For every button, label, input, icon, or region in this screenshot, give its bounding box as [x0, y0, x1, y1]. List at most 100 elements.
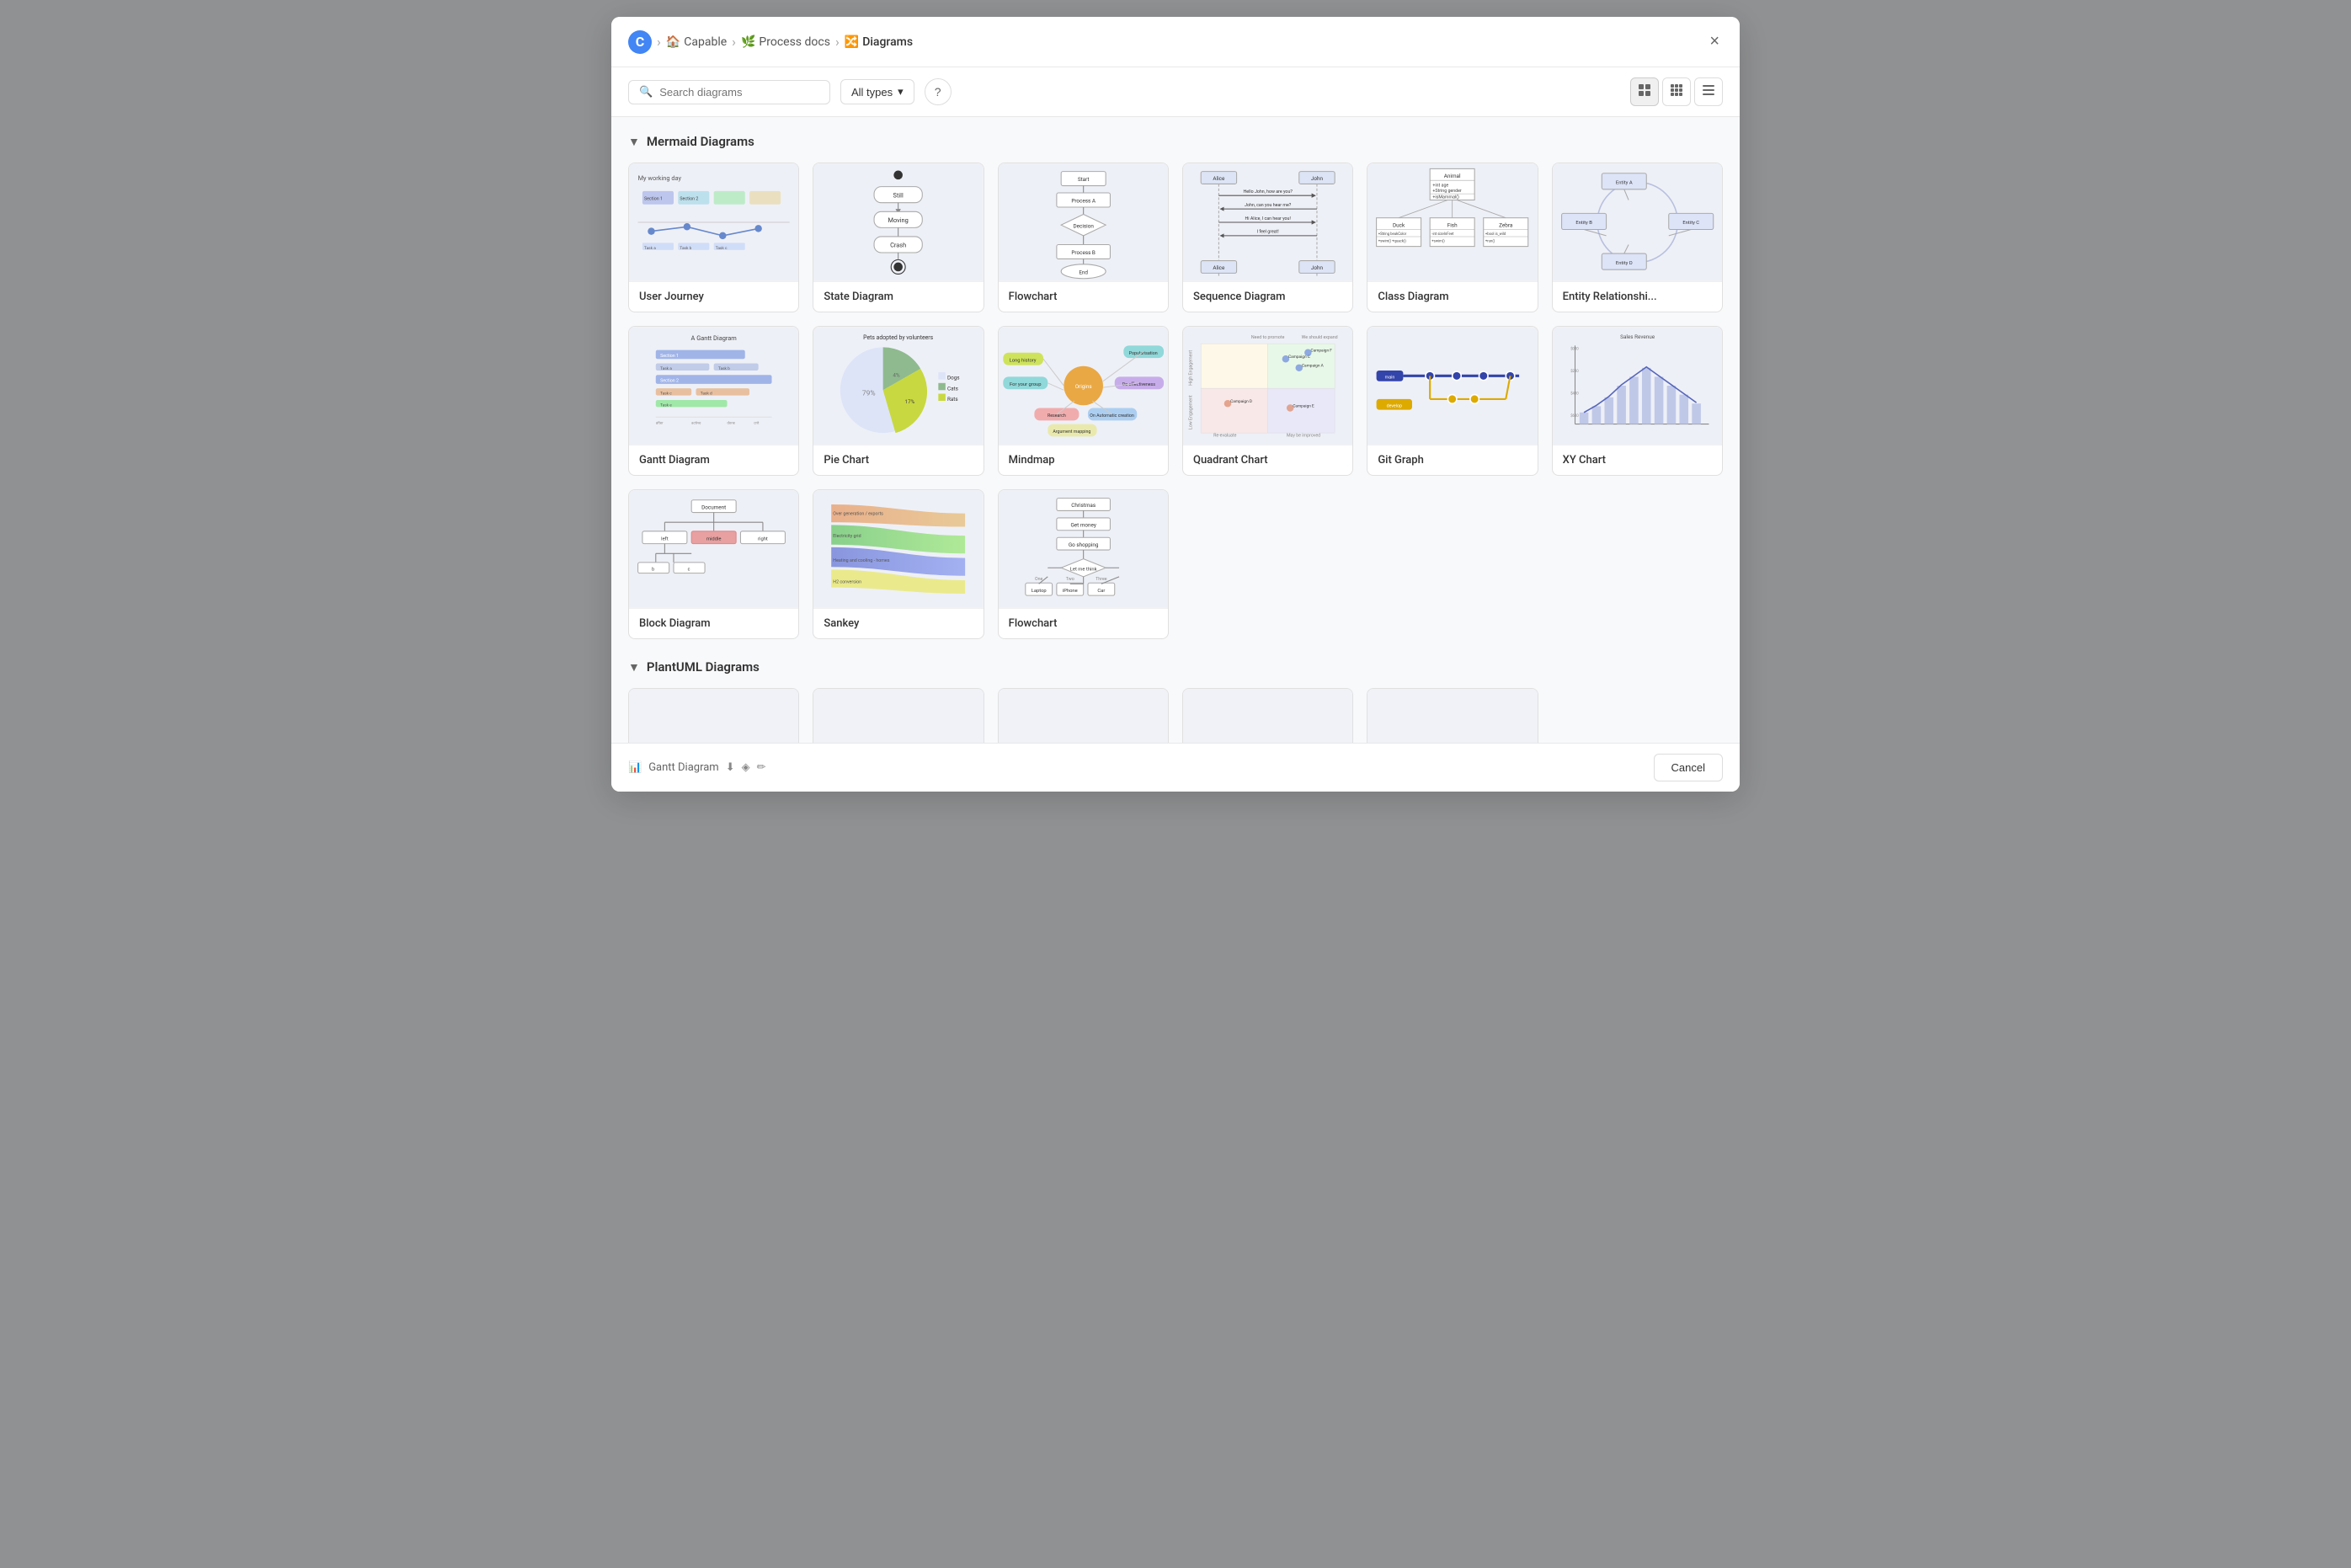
- card-label-xy-chart: XY Chart: [1553, 445, 1722, 475]
- card-flowchart-1[interactable]: Start Process A Decision Process B: [998, 163, 1169, 312]
- card-flowchart-2[interactable]: Christmas Get money Go shopping Let me t…: [998, 489, 1169, 639]
- search-input[interactable]: [659, 86, 819, 99]
- plantuml-section: ▼ PlantUML Diagrams: [628, 659, 1723, 743]
- card-preview-puml-3: [999, 689, 1168, 743]
- svg-text:b: b: [652, 567, 654, 572]
- card-preview-flowchart-2: Christmas Get money Go shopping Let me t…: [999, 490, 1168, 608]
- svg-text:done: done: [728, 422, 736, 426]
- cancel-button[interactable]: Cancel: [1654, 754, 1723, 781]
- mermaid-section-header[interactable]: ▼ Mermaid Diagrams: [628, 134, 1723, 149]
- app-logo: C: [628, 30, 652, 54]
- svg-text:Task c: Task c: [660, 392, 672, 397]
- breadcrumb-diagrams[interactable]: 🔀 Diagrams: [845, 35, 913, 49]
- svg-text:Alice: Alice: [1213, 264, 1225, 271]
- card-puml-4[interactable]: [1182, 688, 1353, 743]
- svg-text:Document: Document: [701, 504, 726, 510]
- svg-text:Need to promote: Need to promote: [1251, 335, 1285, 340]
- close-button[interactable]: ×: [1706, 29, 1723, 55]
- card-label-flowchart-1: Flowchart: [999, 281, 1168, 312]
- card-state-diagram[interactable]: Still Moving Crash: [813, 163, 984, 312]
- breadcrumb-sep-3: ›: [835, 34, 840, 50]
- card-git-graph[interactable]: main develop: [1367, 326, 1538, 476]
- svg-text:Fish: Fish: [1447, 221, 1458, 228]
- modal-overlay[interactable]: C › 🏠 Capable › 🌿 Process docs › 🔀 Diagr…: [0, 0, 2351, 1568]
- svg-text:+String beakColor: +String beakColor: [1378, 232, 1407, 237]
- svg-text:May be improved: May be improved: [1287, 433, 1320, 438]
- card-sequence-diagram[interactable]: Alice John Hello John, how are you? John…: [1182, 163, 1353, 312]
- breadcrumb-capable[interactable]: 🏠 Capable: [666, 35, 727, 49]
- card-puml-1[interactable]: [628, 688, 799, 743]
- breadcrumb-process-docs[interactable]: 🌿 Process docs: [741, 35, 830, 49]
- svg-text:Hello John, how are you?: Hello John, how are you?: [1243, 189, 1293, 195]
- card-pie-chart[interactable]: Pets adopted by volunteers 79% 4% 17%: [813, 326, 984, 476]
- svg-text:Section 2: Section 2: [660, 379, 679, 384]
- svg-text:Sales Revenue: Sales Revenue: [1620, 333, 1655, 340]
- card-label-sankey: Sankey: [813, 608, 983, 638]
- plantuml-section-header[interactable]: ▼ PlantUML Diagrams: [628, 659, 1723, 675]
- search-box[interactable]: 🔍: [628, 80, 830, 104]
- svg-text:Task e: Task e: [660, 403, 672, 408]
- card-label-sequence-diagram: Sequence Diagram: [1183, 281, 1352, 312]
- svg-text:middle: middle: [706, 536, 722, 541]
- breadcrumb: C › 🏠 Capable › 🌿 Process docs › 🔀 Diagr…: [628, 30, 1699, 54]
- svg-text:c: c: [688, 567, 690, 572]
- svg-text:Campaign F: Campaign F: [1311, 349, 1333, 354]
- card-user-journey[interactable]: My working day Section 1 Section 2: [628, 163, 799, 312]
- svg-text:left: left: [661, 536, 669, 541]
- svg-text:Task a: Task a: [644, 246, 656, 251]
- card-xy-chart[interactable]: Sales Revenue: [1552, 326, 1723, 476]
- svg-text:Zebra: Zebra: [1499, 221, 1513, 228]
- svg-text:iPhone: iPhone: [1062, 589, 1077, 594]
- card-mindmap[interactable]: Origins Long history For your group Popu…: [998, 326, 1169, 476]
- card-label-entity-rel: Entity Relationshi...: [1553, 281, 1722, 312]
- card-preview-pie-chart: Pets adopted by volunteers 79% 4% 17%: [813, 327, 983, 445]
- card-sankey[interactable]: Over generation / exports Electricity gr…: [813, 489, 984, 639]
- svg-text:+String gender: +String gender: [1433, 189, 1463, 194]
- svg-text:For your group: For your group: [1010, 382, 1041, 387]
- medium-grid-icon: [1670, 83, 1683, 101]
- svg-text:Cats: Cats: [947, 385, 958, 392]
- svg-text:Section 2: Section 2: [680, 197, 698, 202]
- svg-text:+bool is_wild: +bool is_wild: [1485, 232, 1506, 237]
- view-medium-button[interactable]: [1662, 77, 1691, 106]
- svg-text:$200: $200: [1570, 369, 1579, 374]
- svg-text:Still: Still: [893, 191, 904, 199]
- card-preview-git-graph: main develop: [1367, 327, 1537, 445]
- svg-text:4%: 4%: [893, 371, 901, 378]
- card-preview-puml-2: [813, 689, 983, 743]
- svg-text:+swim() +quack(): +swim() +quack(): [1378, 239, 1407, 243]
- svg-text:+isMammal(): +isMammal(): [1433, 194, 1460, 200]
- svg-text:crit: crit: [754, 422, 760, 426]
- view-large-button[interactable]: [1630, 77, 1659, 106]
- svg-text:Research: Research: [1048, 413, 1066, 419]
- svg-text:main: main: [1385, 376, 1395, 381]
- footer-icon-3: ✏: [757, 761, 766, 774]
- help-button[interactable]: ?: [925, 78, 952, 105]
- card-puml-3[interactable]: [998, 688, 1169, 743]
- card-class-diagram[interactable]: Animal +int age +String gender +isMammal…: [1367, 163, 1538, 312]
- svg-text:Entity C: Entity C: [1682, 221, 1699, 226]
- svg-text:79%: 79%: [862, 390, 876, 398]
- card-preview-sequence-diagram: Alice John Hello John, how are you? John…: [1183, 163, 1352, 281]
- card-puml-5[interactable]: [1367, 688, 1538, 743]
- footer-info: 📊 Gantt Diagram ⬇ ◈ ✏: [628, 761, 1647, 774]
- svg-text:Re-evaluate: Re-evaluate: [1213, 433, 1236, 438]
- view-list-button[interactable]: [1694, 77, 1723, 106]
- svg-text:Process B: Process B: [1071, 249, 1096, 256]
- card-gantt[interactable]: A Gantt Diagram Section 1 Task a Task b …: [628, 326, 799, 476]
- card-block-diagram[interactable]: Document left middle: [628, 489, 799, 639]
- svg-text:Pets adopted by volunteers: Pets adopted by volunteers: [864, 334, 934, 341]
- svg-text:John: John: [1311, 264, 1324, 271]
- filter-button[interactable]: All types ▾: [840, 79, 914, 104]
- svg-text:Moving: Moving: [888, 216, 909, 224]
- card-quadrant[interactable]: Need to promote We should expand High En…: [1182, 326, 1353, 476]
- plantuml-section-title: PlantUML Diagrams: [647, 659, 760, 675]
- search-icon: 🔍: [639, 86, 653, 99]
- svg-text:Process A: Process A: [1071, 198, 1096, 205]
- svg-text:Laptop: Laptop: [1031, 589, 1046, 594]
- card-preview-puml-1: [629, 689, 798, 743]
- card-puml-2[interactable]: [813, 688, 984, 743]
- card-entity-rel[interactable]: Entity A Entity B Entity C Entity D: [1552, 163, 1723, 312]
- card-label-block-diagram: Block Diagram: [629, 608, 798, 638]
- svg-text:My working day: My working day: [638, 174, 682, 182]
